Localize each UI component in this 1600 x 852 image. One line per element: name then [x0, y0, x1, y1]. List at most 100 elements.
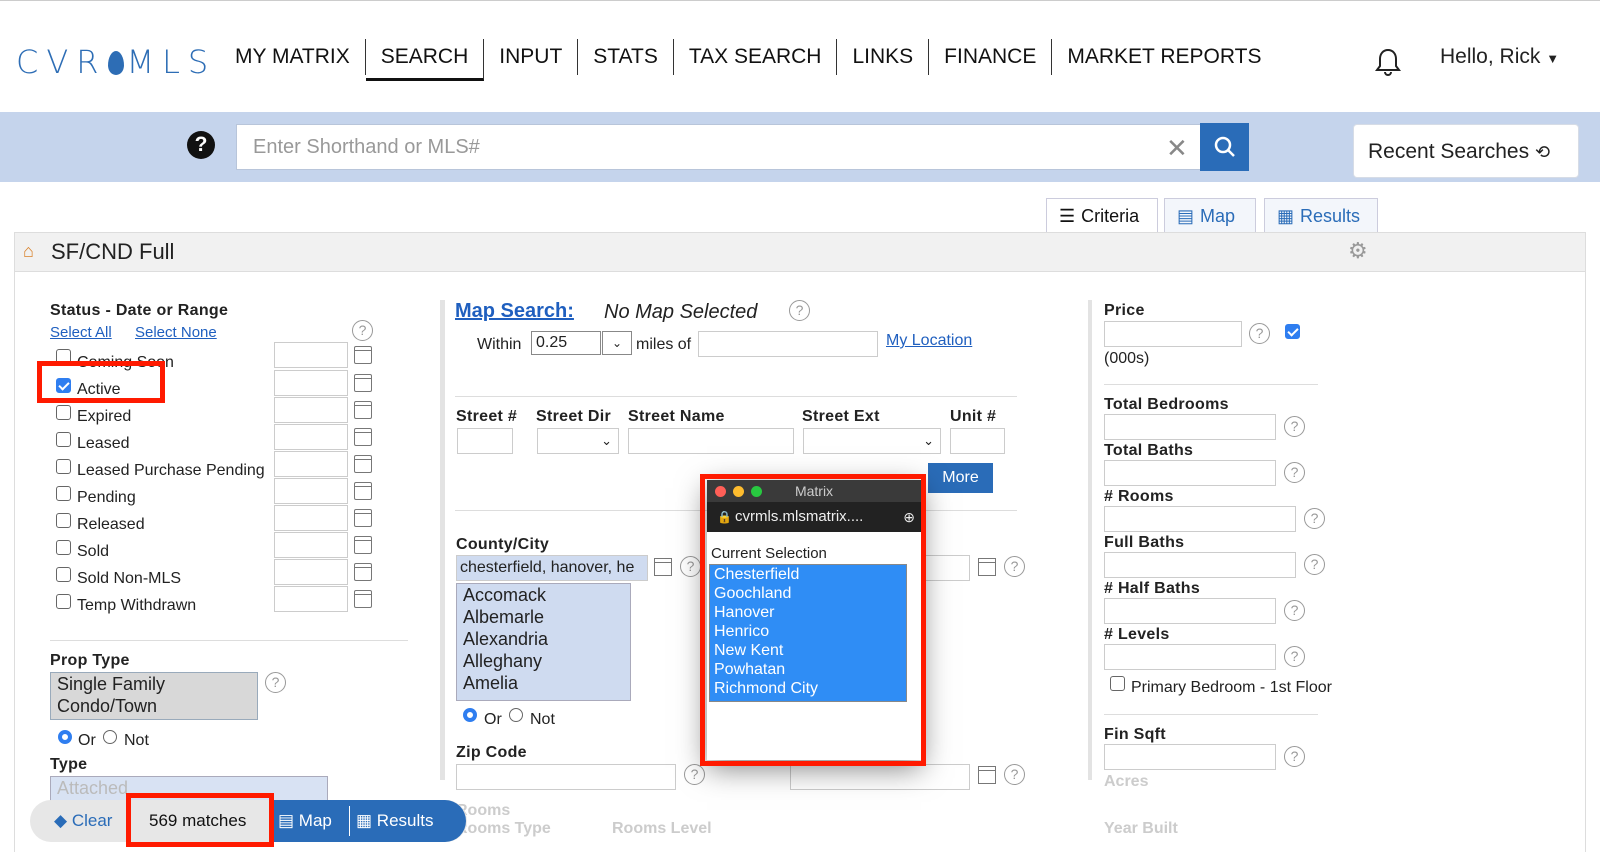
calendar-icon[interactable]: [354, 482, 372, 500]
select-none-link[interactable]: Select None: [135, 324, 217, 341]
rooms-count-help-icon[interactable]: ?: [1304, 508, 1325, 529]
fin-sqft-input[interactable]: [1104, 744, 1276, 770]
help-icon[interactable]: ?: [187, 131, 215, 159]
prop-type-not-radio[interactable]: [103, 730, 117, 744]
zip-code-input[interactable]: [456, 764, 676, 790]
status-checkbox-expired[interactable]: [56, 405, 71, 420]
county-option[interactable]: Albemarle: [457, 606, 630, 628]
prop-type-help-icon[interactable]: ?: [265, 672, 286, 693]
date-field[interactable]: [274, 342, 348, 368]
status-checkbox-leased-purchase-pending[interactable]: [56, 459, 71, 474]
calendar-icon[interactable]: [354, 401, 372, 419]
nav-tax-search[interactable]: TAX SEARCH: [674, 39, 838, 75]
zip-code-input-2[interactable]: [790, 764, 970, 790]
cvrmls-logo[interactable]: CVR MLS: [16, 43, 216, 81]
location-input[interactable]: [698, 331, 878, 357]
city-help-icon[interactable]: ?: [1004, 556, 1025, 577]
prop-type-select[interactable]: Single Family Condo/Town: [50, 672, 258, 720]
clear-icon[interactable]: ✕: [1166, 133, 1188, 164]
levels-input[interactable]: [1104, 644, 1276, 670]
calendar-icon[interactable]: [354, 509, 372, 527]
levels-help-icon[interactable]: ?: [1284, 646, 1305, 667]
tab-results[interactable]: ▦ Results: [1264, 198, 1378, 232]
date-field[interactable]: [274, 586, 348, 612]
unit-num-input[interactable]: [950, 428, 1005, 454]
status-checkbox-temp-withdrawn[interactable]: [56, 594, 71, 609]
county-help-icon[interactable]: ?: [680, 556, 701, 577]
date-field[interactable]: [274, 559, 348, 585]
status-checkbox-sold[interactable]: [56, 540, 71, 555]
half-baths-help-icon[interactable]: ?: [1284, 600, 1305, 621]
county-not-radio[interactable]: [509, 708, 523, 722]
zip-help-icon[interactable]: ?: [684, 764, 705, 785]
county-option[interactable]: Accomack: [457, 584, 630, 606]
date-field[interactable]: [274, 397, 348, 423]
calendar-icon[interactable]: [354, 455, 372, 473]
street-dir-select[interactable]: ⌄: [537, 428, 619, 454]
nav-search[interactable]: SEARCH: [365, 39, 485, 81]
recent-searches-button[interactable]: Recent Searches ⟲: [1353, 124, 1579, 178]
select-all-link[interactable]: Select All: [50, 324, 112, 341]
street-ext-select[interactable]: ⌄: [803, 428, 941, 454]
calendar-icon[interactable]: [354, 563, 372, 581]
nav-finance[interactable]: FINANCE: [929, 39, 1053, 75]
date-field[interactable]: [274, 532, 348, 558]
nav-input[interactable]: INPUT: [484, 39, 579, 75]
shorthand-search-input[interactable]: Enter Shorthand or MLS#: [236, 124, 1202, 170]
calendar-icon[interactable]: [354, 428, 372, 446]
bell-icon[interactable]: [1374, 47, 1402, 77]
calendar-icon[interactable]: [354, 536, 372, 554]
nav-stats[interactable]: STATS: [578, 39, 674, 75]
tab-criteria[interactable]: ☰ Criteria: [1046, 198, 1158, 232]
nav-links[interactable]: LINKS: [837, 39, 930, 75]
map-search-help-icon[interactable]: ?: [789, 300, 810, 321]
county-option[interactable]: Amelia: [457, 672, 630, 694]
date-field[interactable]: [274, 478, 348, 504]
primary-bedroom-checkbox[interactable]: [1110, 676, 1125, 691]
county-option[interactable]: Alexandria: [457, 628, 630, 650]
total-baths-input[interactable]: [1104, 460, 1276, 486]
date-field[interactable]: [274, 370, 348, 396]
zip-help-icon-2[interactable]: ?: [1004, 764, 1025, 785]
map-search-link[interactable]: Map Search:: [455, 300, 574, 323]
full-baths-input[interactable]: [1104, 552, 1296, 578]
county-input[interactable]: chesterfield, hanover, he: [456, 555, 648, 581]
tab-map[interactable]: ▤ Map: [1164, 198, 1256, 232]
status-checkbox-leased[interactable]: [56, 432, 71, 447]
my-location-link[interactable]: My Location: [886, 332, 972, 350]
price-input[interactable]: [1104, 321, 1242, 347]
distance-unit-select[interactable]: ⌄: [602, 331, 632, 355]
bottom-results-button[interactable]: ▦ Results: [356, 800, 433, 842]
prop-type-option[interactable]: Single Family: [51, 673, 257, 695]
copy-icon[interactable]: [978, 558, 996, 576]
gear-icon[interactable]: ⚙: [1348, 238, 1368, 264]
status-help-icon[interactable]: ?: [352, 320, 373, 341]
copy-icon[interactable]: [978, 766, 996, 784]
price-thousands-checkbox[interactable]: [1285, 324, 1300, 339]
user-menu[interactable]: Hello, Rick ▼: [1440, 45, 1559, 69]
price-help-icon[interactable]: ?: [1249, 323, 1270, 344]
bottom-map-button[interactable]: ▤ Map: [278, 800, 332, 842]
full-baths-help-icon[interactable]: ?: [1304, 554, 1325, 575]
total-bedrooms-input[interactable]: [1104, 414, 1276, 440]
total-bedrooms-help-icon[interactable]: ?: [1284, 416, 1305, 437]
clear-button[interactable]: ◆ Clear: [54, 800, 112, 842]
nav-my-matrix[interactable]: MY MATRIX: [220, 39, 366, 75]
date-field[interactable]: [274, 505, 348, 531]
county-list[interactable]: Accomack Albemarle Alexandria Alleghany …: [456, 583, 631, 701]
date-field[interactable]: [274, 451, 348, 477]
calendar-icon[interactable]: [354, 374, 372, 392]
status-checkbox-sold-non-mls[interactable]: [56, 567, 71, 582]
county-option[interactable]: Alleghany: [457, 650, 630, 672]
county-or-radio[interactable]: [463, 708, 477, 722]
half-baths-input[interactable]: [1104, 598, 1276, 624]
status-checkbox-released[interactable]: [56, 513, 71, 528]
fin-sqft-help-icon[interactable]: ?: [1284, 746, 1305, 767]
prop-type-or-radio[interactable]: [58, 730, 72, 744]
street-name-input[interactable]: [628, 428, 794, 454]
total-baths-help-icon[interactable]: ?: [1284, 462, 1305, 483]
copy-icon[interactable]: [654, 558, 672, 576]
search-button[interactable]: [1200, 123, 1249, 171]
status-checkbox-pending[interactable]: [56, 486, 71, 501]
nav-market-reports[interactable]: MARKET REPORTS: [1052, 39, 1276, 75]
